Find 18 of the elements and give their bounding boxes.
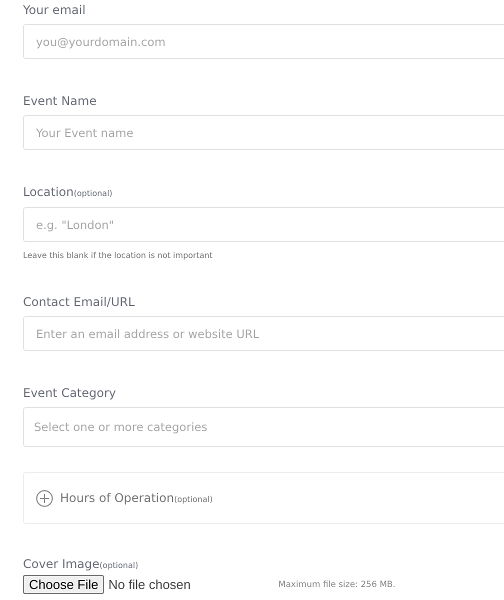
field-label: Cover Image(optional) <box>23 557 140 573</box>
field-label: Location(optional) <box>23 185 114 201</box>
field-label: Event Category <box>23 386 118 401</box>
help-text: Leave this blank if the location is not important <box>23 251 214 260</box>
field-label: Event Name <box>23 94 98 109</box>
field-label: Your email <box>23 3 87 18</box>
input-field[interactable]: you@yourdomain.com <box>23 24 504 59</box>
field-label: Contact Email/URL <box>23 295 136 310</box>
collapsible-panel[interactable]: Hours of Operation(optional) <box>23 472 504 524</box>
input-field[interactable]: e.g. "London" <box>23 207 504 242</box>
input-field[interactable]: Your Event name <box>23 115 504 150</box>
select-field[interactable]: Select one or more categories <box>23 407 504 447</box>
plus-circle-icon <box>36 490 53 506</box>
file-status: No file chosen <box>108 577 192 592</box>
input-field[interactable]: Enter an email address or website URL <box>23 316 504 351</box>
panel-title: Hours of Operation(optional) <box>60 491 213 505</box>
file-size-note: Maximum file size: 256 MB. <box>278 580 396 590</box>
choose-file-button[interactable]: Choose File <box>23 575 104 594</box>
